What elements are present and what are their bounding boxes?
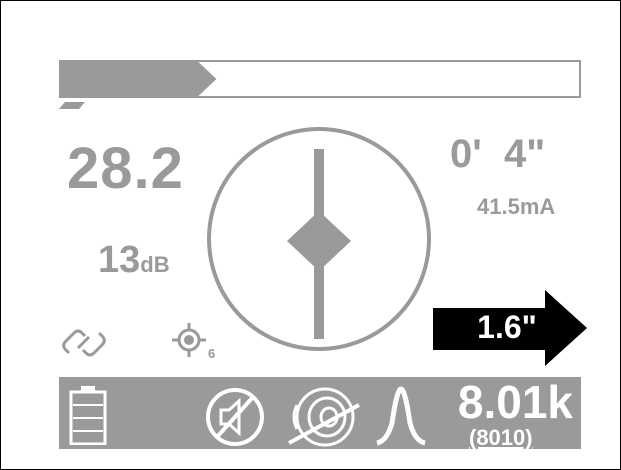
- status-bar: 8.01k (8010): [59, 375, 581, 451]
- locator-screen: 28.2 13dB 0' 4" 41.5mA 6 1.6" 8.01k (801…: [0, 0, 621, 470]
- frequency-exact: (8010): [469, 425, 533, 450]
- signal-strength-bar: [59, 60, 581, 98]
- offset-distance: 1.6": [477, 309, 537, 345]
- sonde-off-icon[interactable]: [287, 385, 363, 449]
- target-diamond-icon: [287, 211, 351, 271]
- speaker-muted-icon[interactable]: [205, 387, 269, 451]
- gain-value: 13: [98, 239, 141, 281]
- peak-mode-icon[interactable]: [373, 383, 429, 447]
- gain-unit: dB: [140, 252, 170, 277]
- frequency-value[interactable]: 8.01k: [458, 375, 573, 429]
- depth-readout: 0' 4": [450, 132, 546, 176]
- target-count: 6: [208, 346, 216, 361]
- link-icon: [62, 329, 106, 357]
- signal-strength-fill: [61, 62, 217, 96]
- gain-readout: 13dB: [98, 239, 170, 282]
- target-icon: [172, 323, 206, 357]
- battery-icon: [69, 386, 107, 445]
- signal-value: 28.2: [67, 136, 184, 201]
- locate-compass: [207, 127, 431, 351]
- signal-peak-marker: [59, 102, 85, 109]
- current-readout: 41.5mA: [477, 194, 556, 219]
